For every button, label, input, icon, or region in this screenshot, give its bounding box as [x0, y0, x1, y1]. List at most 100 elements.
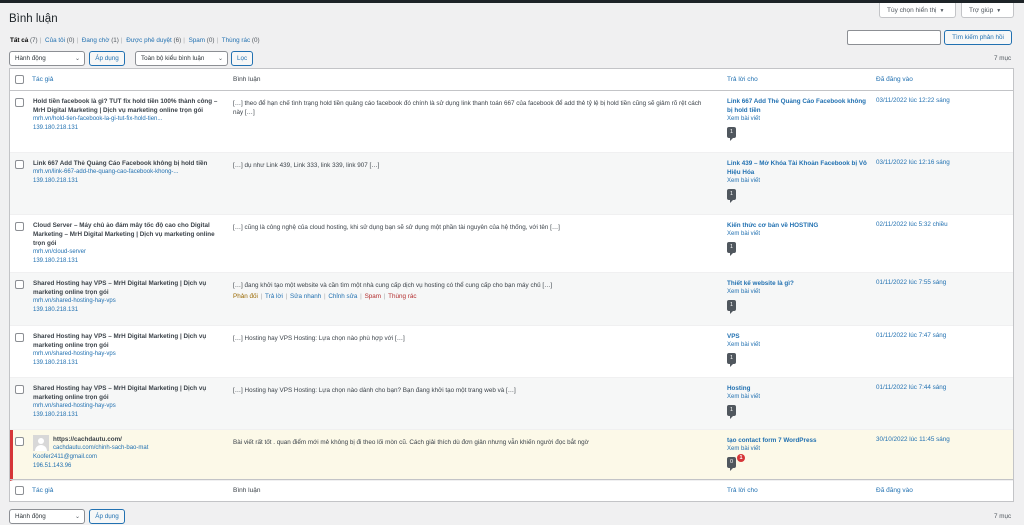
response-title[interactable]: Hosting: [727, 384, 867, 393]
apply-button[interactable]: Áp dụng: [89, 51, 125, 66]
response-title[interactable]: Link 439 – Mở Khóa Tài Khoản Facebook bị…: [727, 159, 867, 177]
reply-action[interactable]: Trả lời: [265, 293, 283, 300]
filter-pending[interactable]: Đang chờ: [82, 37, 110, 44]
view-post-link[interactable]: Xem bài viết: [727, 288, 867, 297]
view-post-link[interactable]: Xem bài viết: [727, 393, 867, 402]
select-all-checkbox[interactable]: [15, 75, 24, 84]
author-ip[interactable]: 139.180.218.131: [33, 124, 223, 133]
comment-count-bubble-icon[interactable]: 1: [727, 189, 737, 203]
response-title[interactable]: Kiến thức cơ bản về HOSTING: [727, 221, 867, 230]
comment-date[interactable]: 03/11/2022 lúc 12:16 sáng: [876, 159, 950, 166]
author-ip[interactable]: 139.180.218.131: [33, 359, 223, 368]
author-extra: Koofer2411@gmail.com 196.51.143.96: [33, 453, 97, 471]
comment-count-bubble-icon[interactable]: 1: [727, 242, 737, 256]
comment-count-bubble-icon[interactable]: 1: [727, 127, 737, 141]
screen-options-button[interactable]: Tùy chọn hiển thị ▼: [879, 3, 956, 18]
response-cell: Hosting Xem bài viết 1: [727, 384, 867, 419]
view-post-link[interactable]: Xem bài viết: [727, 341, 867, 350]
row-checkbox[interactable]: [15, 437, 24, 446]
author-ip[interactable]: 139.180.218.131: [33, 177, 223, 186]
row-checkbox[interactable]: [15, 160, 24, 169]
author-url[interactable]: mrh.vn/shared-hosting-hay-vps: [33, 297, 223, 306]
author-url[interactable]: mrh.vn/shared-hosting-hay-vps: [33, 402, 223, 411]
search-comments-button[interactable]: Tìm kiếm phản hồi: [944, 30, 1012, 45]
status-filter-links: Tất cả (7) | Của tôi (0) | Đang chờ (1) | Đ…: [10, 37, 260, 44]
filter-approved[interactable]: Được phê duyệt: [126, 37, 171, 44]
response-cell: tạo contact form 7 WordPress Xem bài viế…: [727, 436, 867, 471]
apply-button-bottom[interactable]: Áp dụng: [89, 509, 125, 524]
comment-count-bubble-icon[interactable]: 1: [727, 300, 737, 314]
table-row: Link 667 Add Thẻ Quảng Cáo Facebook khôn…: [10, 153, 1013, 215]
filter-spam-count: (0): [206, 37, 215, 44]
avatar: [33, 435, 49, 451]
author-name: Shared Hosting hay VPS – MrH Digital Mar…: [33, 333, 207, 349]
comment-text: […] Hosting hay VPS Hosting: Lựa chọn nà…: [233, 335, 405, 342]
author-ip[interactable]: 139.180.218.131: [33, 257, 223, 266]
caret-down-icon: ▼: [996, 8, 1002, 14]
filter-trash[interactable]: Thùng rác: [222, 37, 250, 44]
quick-edit-action[interactable]: Sửa nhanh: [290, 293, 321, 300]
separator: |: [76, 37, 79, 44]
row-checkbox[interactable]: [15, 98, 24, 107]
author-url[interactable]: mrh.vn/shared-hosting-hay-vps: [33, 350, 223, 359]
edit-action[interactable]: Chỉnh sửa: [328, 293, 357, 300]
row-checkbox[interactable]: [15, 222, 24, 231]
author-name[interactable]: https://cachdautu.com/: [53, 435, 243, 444]
comment-date[interactable]: 03/11/2022 lúc 12:22 sáng: [876, 97, 950, 104]
author-url[interactable]: cachdautu.com/chinh-sach-bao-mat: [53, 444, 243, 453]
spam-action[interactable]: Spam: [365, 293, 381, 300]
author-ip[interactable]: 139.180.218.131: [33, 306, 223, 315]
response-title[interactable]: VPS: [727, 332, 867, 341]
trash-action[interactable]: Thùng rác: [388, 293, 416, 300]
filter-button[interactable]: Lọc: [231, 51, 253, 66]
filter-all[interactable]: Tất cả: [10, 37, 28, 44]
author-url[interactable]: mrh.vn/hold-tien-facebook-la-gi-tut-fix-…: [33, 115, 223, 124]
author-url[interactable]: mrh.vn/cloud-server: [33, 248, 223, 257]
bulk-action-select-bottom[interactable]: Hành động ⌄: [9, 509, 85, 524]
column-date[interactable]: Đã đăng vào: [876, 76, 913, 83]
table-row: Cloud Server – Máy chủ ảo đám mây tốc độ…: [10, 215, 1013, 273]
help-label: Trợ giúp: [969, 7, 994, 14]
column-author[interactable]: Tác giả: [32, 76, 53, 83]
comment-type-select[interactable]: Toàn bộ kiểu bình luận ⌄: [135, 51, 228, 66]
author-ip[interactable]: 139.180.218.131: [33, 411, 223, 420]
view-post-link[interactable]: Xem bài viết: [727, 445, 867, 454]
view-post-link[interactable]: Xem bài viết: [727, 115, 867, 124]
row-checkbox[interactable]: [15, 333, 24, 342]
view-post-link[interactable]: Xem bài viết: [727, 177, 867, 186]
row-checkbox[interactable]: [15, 385, 24, 394]
comment-text: […] theo để hạn chế tình trạng hold tiền…: [233, 100, 702, 116]
comment-count-bubble-icon[interactable]: 1: [727, 353, 737, 367]
filter-mine[interactable]: Của tôi: [45, 37, 65, 44]
author-url[interactable]: mrh.vn/link-667-add-the-quang-cao-facebo…: [33, 168, 223, 177]
separator: |: [322, 293, 328, 300]
search-input[interactable]: [847, 30, 941, 45]
separator: |: [39, 37, 42, 44]
column-response[interactable]: Trả lời cho: [727, 76, 758, 83]
comment-count-bubble-icon[interactable]: 01: [727, 454, 746, 471]
admin-bar: [0, 0, 1024, 3]
column-author-footer[interactable]: Tác giả: [32, 487, 53, 494]
response-cell: Link 439 – Mở Khóa Tài Khoản Facebook bị…: [727, 159, 867, 203]
comment-date[interactable]: 01/11/2022 lúc 7:47 sáng: [876, 332, 946, 339]
comment-date[interactable]: 01/11/2022 lúc 7:44 sáng: [876, 384, 946, 391]
author-ip[interactable]: 196.51.143.96: [33, 462, 97, 471]
column-response-footer[interactable]: Trả lời cho: [727, 487, 758, 494]
response-title[interactable]: tạo contact form 7 WordPress: [727, 436, 867, 445]
author-email[interactable]: Koofer2411@gmail.com: [33, 453, 97, 462]
author-name: Link 667 Add Thẻ Quảng Cáo Facebook khôn…: [33, 160, 208, 167]
response-title[interactable]: Link 667 Add Thẻ Quảng Cáo Facebook khôn…: [727, 97, 867, 115]
bulk-action-select[interactable]: Hành động ⌄: [9, 51, 85, 66]
comment-count-bubble-icon[interactable]: 1: [727, 405, 737, 419]
response-title[interactable]: Thiết kế website là gì?: [727, 279, 867, 288]
view-post-link[interactable]: Xem bài viết: [727, 230, 867, 239]
row-checkbox[interactable]: [15, 280, 24, 289]
comment-date[interactable]: 02/11/2022 lúc 5:32 chiều: [876, 221, 948, 228]
select-all-checkbox-footer[interactable]: [15, 486, 24, 495]
comment-date[interactable]: 30/10/2022 lúc 11:45 sáng: [876, 436, 950, 443]
filter-spam[interactable]: Spam: [189, 37, 205, 44]
column-date-footer[interactable]: Đã đăng vào: [876, 487, 913, 494]
help-button[interactable]: Trợ giúp ▼: [961, 3, 1014, 18]
unapprove-action[interactable]: Phản đối: [233, 293, 258, 300]
comment-date[interactable]: 01/11/2022 lúc 7:55 sáng: [876, 279, 946, 286]
